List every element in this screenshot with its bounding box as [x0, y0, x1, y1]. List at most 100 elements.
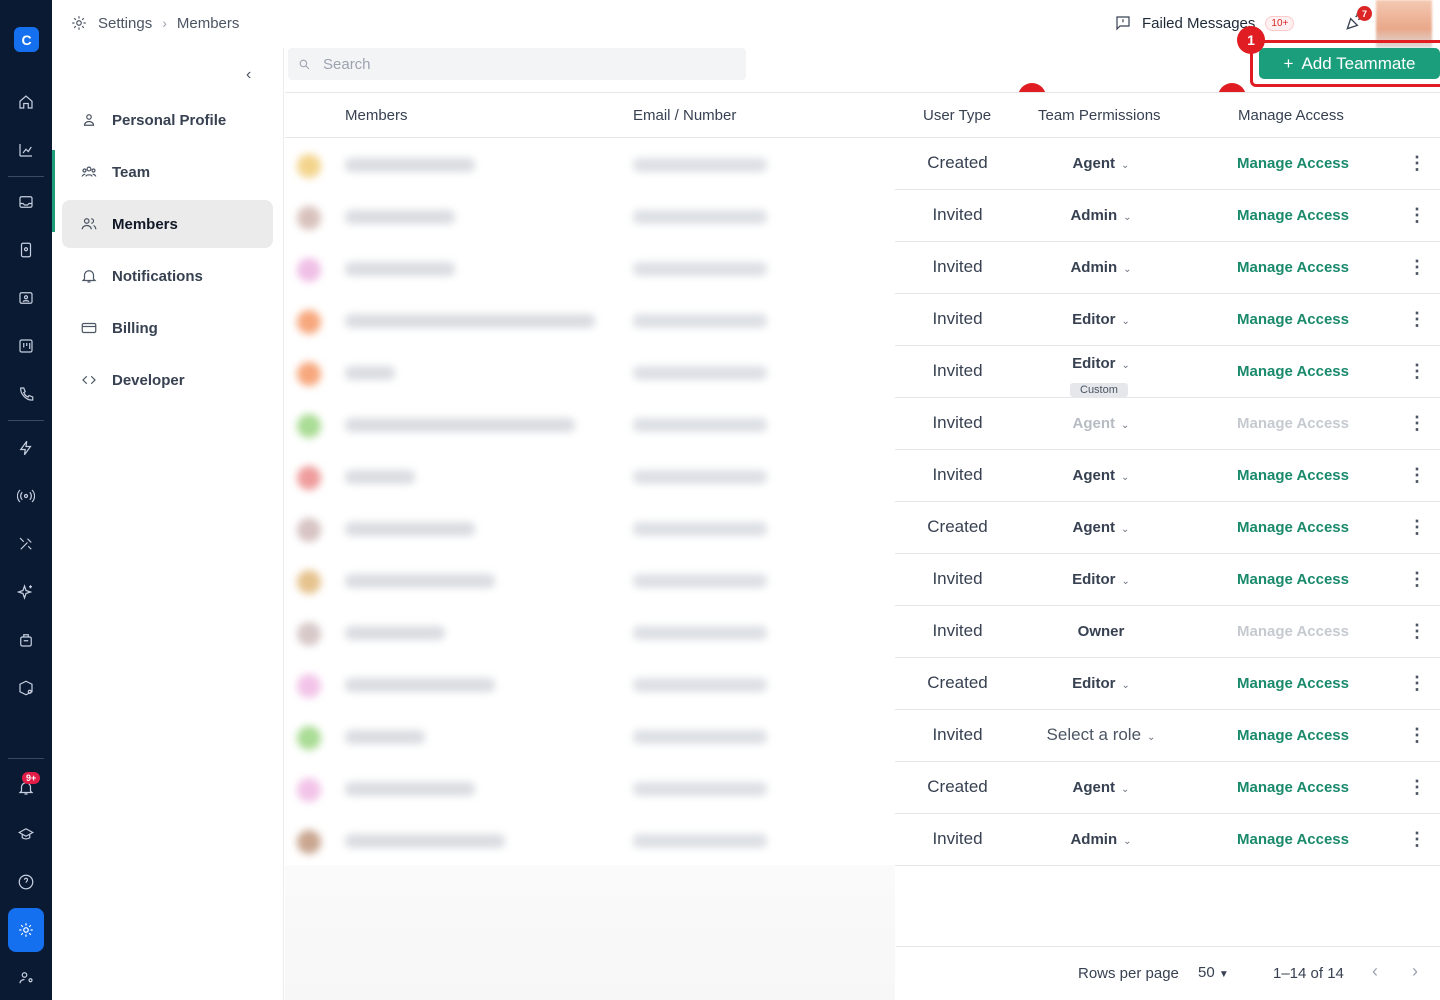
table-row: Invited Admin ⌄ Manage Access ⋮ [285, 242, 1440, 294]
sidebar-item-billing[interactable]: Billing [62, 304, 273, 352]
manage-access-link[interactable]: Manage Access [1220, 467, 1366, 484]
manage-access-link: Manage Access [1236, 415, 1349, 432]
role-select[interactable]: Agent ⌄ [1030, 155, 1172, 172]
inbox-icon[interactable] [14, 190, 38, 214]
sidebar-item-developer[interactable]: Developer [62, 356, 273, 404]
member-email-redacted [633, 470, 767, 484]
table-row: Invited Admin ⌄ Manage Access ⋮ [285, 814, 1440, 866]
role-value: Admin [1070, 831, 1118, 848]
chevron-down-icon: ⌄ [1123, 264, 1132, 275]
role-select[interactable]: Editor ⌄ [1030, 571, 1172, 588]
role-select[interactable]: Admin ⌄ [1030, 207, 1172, 224]
prev-page-icon[interactable]: ‹ [1372, 961, 1378, 982]
sidebar-item-members[interactable]: Members [62, 200, 273, 248]
manage-access-link[interactable]: Manage Access [1220, 363, 1366, 380]
phone-icon[interactable] [14, 382, 38, 406]
role-select[interactable]: Owner [1030, 623, 1172, 640]
role-select[interactable]: Admin ⌄ [1030, 259, 1172, 276]
more-options-icon[interactable]: ⋮ [1408, 725, 1426, 746]
more-options-icon[interactable]: ⋮ [1408, 569, 1426, 590]
failed-messages-button[interactable]: Failed Messages 10+ [1114, 14, 1295, 32]
collapse-sidebar-icon[interactable]: ‹ [246, 66, 251, 84]
manage-access-link[interactable]: Manage Access [1220, 571, 1366, 588]
member-name-redacted [345, 470, 415, 484]
more-options-icon[interactable]: ⋮ [1408, 257, 1426, 278]
role-select[interactable]: Editor ⌄ [1030, 311, 1172, 328]
role-value: Editor [1072, 675, 1116, 692]
member-avatar [297, 362, 321, 386]
next-page-icon[interactable]: › [1412, 961, 1418, 982]
role-select[interactable]: Editor ⌄ [1030, 355, 1172, 372]
member-email-redacted [633, 262, 767, 276]
chevron-down-icon: ⌄ [1121, 316, 1130, 327]
user-settings-icon[interactable] [14, 966, 38, 990]
home-icon[interactable] [14, 90, 38, 114]
member-email-redacted [633, 782, 767, 796]
manage-access-link[interactable]: Manage Access [1220, 519, 1366, 536]
rows-per-page-select[interactable]: 50 ▼ [1198, 964, 1229, 981]
user-type: Invited [932, 205, 983, 224]
more-options-icon[interactable]: ⋮ [1408, 413, 1426, 434]
sidebar-item-personal-profile[interactable]: Personal Profile [62, 96, 273, 144]
help-icon[interactable] [14, 870, 38, 894]
table-row: Created Editor ⌄ Manage Access ⋮ [285, 658, 1440, 710]
more-options-icon[interactable]: ⋮ [1408, 205, 1426, 226]
role-value: Agent [1072, 467, 1116, 484]
more-options-icon[interactable]: ⋮ [1408, 465, 1426, 486]
role-select[interactable]: Agent ⌄ [1030, 779, 1172, 796]
user-type: Created [927, 517, 988, 536]
tools-icon[interactable] [14, 532, 38, 556]
member-avatar [297, 778, 321, 802]
manage-access-link[interactable]: Manage Access [1220, 155, 1366, 172]
more-options-icon[interactable]: ⋮ [1408, 309, 1426, 330]
member-email-redacted [633, 834, 767, 848]
settings-icon[interactable] [8, 908, 44, 952]
card-icon [81, 322, 97, 334]
active-accent [52, 150, 55, 232]
bolt-icon[interactable] [14, 436, 38, 460]
profile-card-icon[interactable] [14, 286, 38, 310]
manage-access-link[interactable]: Manage Access [1220, 259, 1366, 276]
search-input[interactable]: Search [288, 48, 746, 80]
member-name-redacted [345, 522, 475, 536]
more-options-icon[interactable]: ⋮ [1408, 361, 1426, 382]
member-email-redacted [633, 678, 767, 692]
manage-access-link[interactable]: Manage Access [1220, 779, 1366, 796]
more-options-icon[interactable]: ⋮ [1408, 621, 1426, 642]
role-select[interactable]: Agent ⌄ [1030, 467, 1172, 484]
chart-icon[interactable] [14, 138, 38, 162]
more-options-icon[interactable]: ⋮ [1408, 673, 1426, 694]
briefcase-icon[interactable] [14, 628, 38, 652]
more-options-icon[interactable]: ⋮ [1408, 153, 1426, 174]
role-value: Editor [1072, 355, 1116, 372]
member-email-redacted [633, 730, 767, 744]
manage-access-link[interactable]: Manage Access [1220, 727, 1366, 744]
broadcast-icon[interactable] [14, 484, 38, 508]
board-icon[interactable] [14, 334, 38, 358]
role-select[interactable]: Admin ⌄ [1030, 831, 1172, 848]
package-settings-icon[interactable] [14, 676, 38, 700]
role-select[interactable]: Select a role ⌄ [1030, 725, 1172, 745]
academy-icon[interactable] [14, 822, 38, 846]
manage-access-link[interactable]: Manage Access [1220, 311, 1366, 328]
sparkles-icon[interactable] [14, 580, 38, 604]
more-options-icon[interactable]: ⋮ [1408, 517, 1426, 538]
manage-access-link[interactable]: Manage Access [1220, 831, 1366, 848]
breadcrumb-settings[interactable]: Settings [98, 15, 152, 32]
sidebar-item-notifications[interactable]: Notifications [62, 252, 273, 300]
contacts-icon[interactable] [14, 238, 38, 262]
role-select[interactable]: Editor ⌄ [1030, 675, 1172, 692]
settings-sidebar: ‹ Personal Profile Team Members Notifica… [52, 48, 284, 1000]
app-logo[interactable]: C [14, 27, 39, 52]
member-name-redacted [345, 314, 595, 328]
manage-access-link[interactable]: Manage Access [1220, 207, 1366, 224]
sidebar-item-team[interactable]: Team [62, 148, 273, 196]
more-options-icon[interactable]: ⋮ [1408, 777, 1426, 798]
failed-messages-badge: 10+ [1265, 15, 1295, 31]
more-options-icon[interactable]: ⋮ [1408, 829, 1426, 850]
role-select[interactable]: Agent ⌄ [1030, 519, 1172, 536]
table-row: Invited Admin ⌄ Manage Access ⋮ [285, 190, 1440, 242]
sidebar-item-label: Personal Profile [112, 111, 227, 129]
manage-access-link[interactable]: Manage Access [1220, 675, 1366, 692]
member-email-redacted [633, 314, 767, 328]
